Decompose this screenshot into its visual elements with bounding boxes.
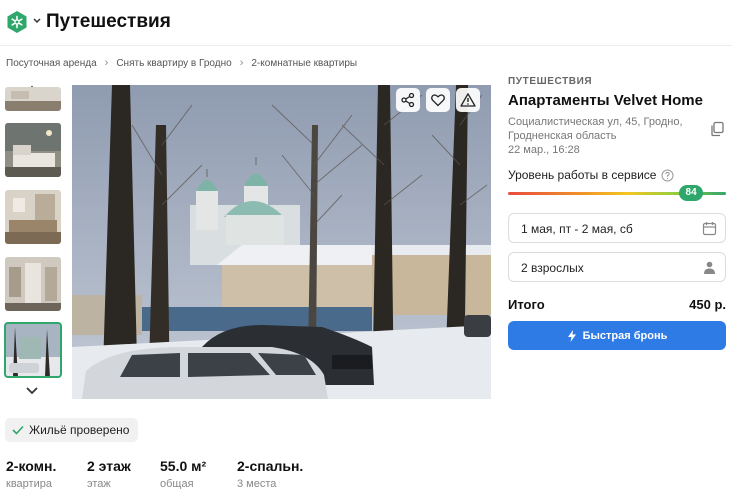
chevron-down-icon[interactable]	[31, 13, 43, 29]
share-button[interactable]	[396, 88, 420, 112]
stat-label: квартира	[6, 478, 52, 489]
stat-area: 55.0 м² общая	[160, 458, 206, 489]
main-photo[interactable]	[72, 85, 491, 399]
guests-field[interactable]: 2 взрослых	[508, 252, 726, 282]
breadcrumb-item[interactable]: 2-комнатные квартиры	[251, 58, 357, 69]
calendar-icon	[702, 222, 717, 236]
thumbnail-5-active[interactable]	[4, 322, 62, 378]
favorite-button[interactable]	[426, 88, 450, 112]
dates-field[interactable]: 1 мая, пт - 2 мая, сб	[508, 213, 726, 243]
heart-icon	[431, 94, 445, 107]
total-price: 450 р.	[689, 297, 726, 312]
stat-label: общая	[160, 478, 194, 489]
thumbnails-down-icon[interactable]	[22, 384, 42, 398]
service-score-badge: 84	[679, 185, 704, 201]
report-button[interactable]	[456, 88, 480, 112]
stat-value: 2-комн.	[6, 458, 57, 474]
logo-icon[interactable]	[5, 10, 29, 34]
help-icon[interactable]	[661, 169, 674, 182]
stat-rooms: 2-комн. квартира	[6, 458, 56, 489]
warning-icon	[460, 93, 476, 107]
instant-book-button[interactable]: Быстрая бронь	[508, 321, 726, 350]
service-level-label: Уровень работы в сервисе	[508, 168, 674, 182]
dates-value: 1 мая, пт - 2 мая, сб	[521, 222, 633, 236]
guests-value: 2 взрослых	[521, 261, 584, 275]
share-icon	[401, 92, 415, 108]
listing-section-label: ПУТЕШЕСТВИЯ	[508, 76, 593, 87]
stat-label: 3 места	[237, 478, 277, 489]
app-title[interactable]: Путешествия	[46, 11, 171, 33]
person-icon	[704, 261, 715, 274]
stat-beds: 2-спальн. 3 места	[237, 458, 303, 489]
app-header: Путешествия	[0, 0, 732, 46]
thumbnail-1[interactable]	[5, 87, 61, 111]
posted-date: 22 мар., 16:28	[508, 144, 580, 156]
listing-title: Апартаменты Velvet Home	[508, 92, 703, 109]
listing-address: Социалистическая ул, 45, Гродно, Гроднен…	[508, 116, 683, 142]
service-level-text: Уровень работы в сервисе	[508, 168, 657, 182]
thumbnail-3[interactable]	[5, 190, 61, 244]
breadcrumb-item[interactable]: Посуточная аренда	[6, 58, 97, 69]
verified-badge: Жильё проверено	[5, 418, 139, 442]
stat-value: 55.0 м²	[160, 458, 207, 474]
breadcrumb-separator-icon: ›	[104, 57, 109, 69]
instant-book-label: Быстрая бронь	[582, 329, 668, 342]
thumbnail-4[interactable]	[5, 257, 61, 311]
verified-text: Жильё проверено	[29, 423, 130, 437]
breadcrumb: Посуточная аренда › Снять квартиру в Гро…	[6, 56, 357, 70]
stat-floor: 2 этаж этаж	[87, 458, 131, 489]
breadcrumb-separator-icon: ›	[239, 57, 244, 69]
checkmark-icon	[12, 425, 24, 435]
breadcrumb-item[interactable]: Снять квартиру в Гродно	[116, 58, 231, 69]
thumbnail-2[interactable]	[5, 123, 61, 177]
stat-value: 2-спальн.	[237, 458, 304, 474]
stat-label: этаж	[87, 478, 111, 489]
stat-value: 2 этаж	[87, 458, 131, 474]
lightning-icon	[567, 329, 576, 342]
total-label: Итого	[508, 297, 545, 312]
copy-icon[interactable]	[708, 120, 726, 138]
